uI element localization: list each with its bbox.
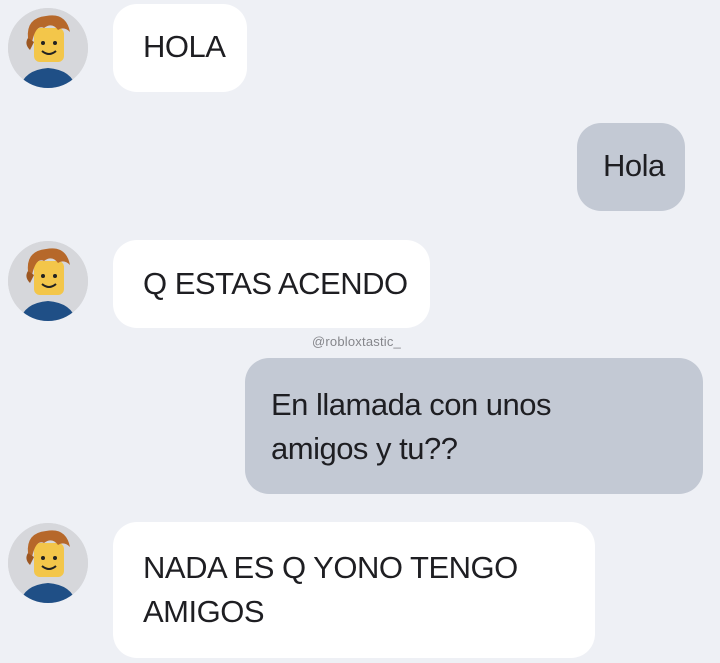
- message-text: HOLA: [143, 29, 226, 64]
- message-text-line: En llamada con unos: [271, 387, 552, 422]
- message-text-line: amigos y tu??: [271, 431, 458, 466]
- message-bubble-incoming[interactable]: NADA ES Q YONO TENGO AMIGOS: [113, 522, 595, 658]
- message-text-line: AMIGOS: [143, 594, 265, 629]
- contact-avatar[interactable]: [8, 241, 88, 321]
- message-bubble-incoming[interactable]: Q ESTAS ACENDO: [113, 240, 430, 328]
- contact-avatar[interactable]: [8, 8, 88, 88]
- message-bubble-incoming[interactable]: HOLA: [113, 4, 248, 92]
- message-text: Q ESTAS ACENDO: [143, 266, 408, 301]
- roblox-avatar-icon: [8, 8, 88, 88]
- message-text-line: NADA ES Q YONO TENGO: [143, 550, 518, 585]
- watermark: @robloxtastic_: [312, 334, 401, 349]
- contact-avatar[interactable]: [8, 523, 88, 603]
- roblox-avatar-icon: [8, 523, 88, 603]
- roblox-avatar-icon: [8, 241, 88, 321]
- message-bubble-outgoing[interactable]: Hola: [577, 123, 685, 211]
- message-text: Hola: [603, 148, 665, 183]
- message-bubble-outgoing[interactable]: En llamada con unos amigos y tu??: [245, 358, 703, 494]
